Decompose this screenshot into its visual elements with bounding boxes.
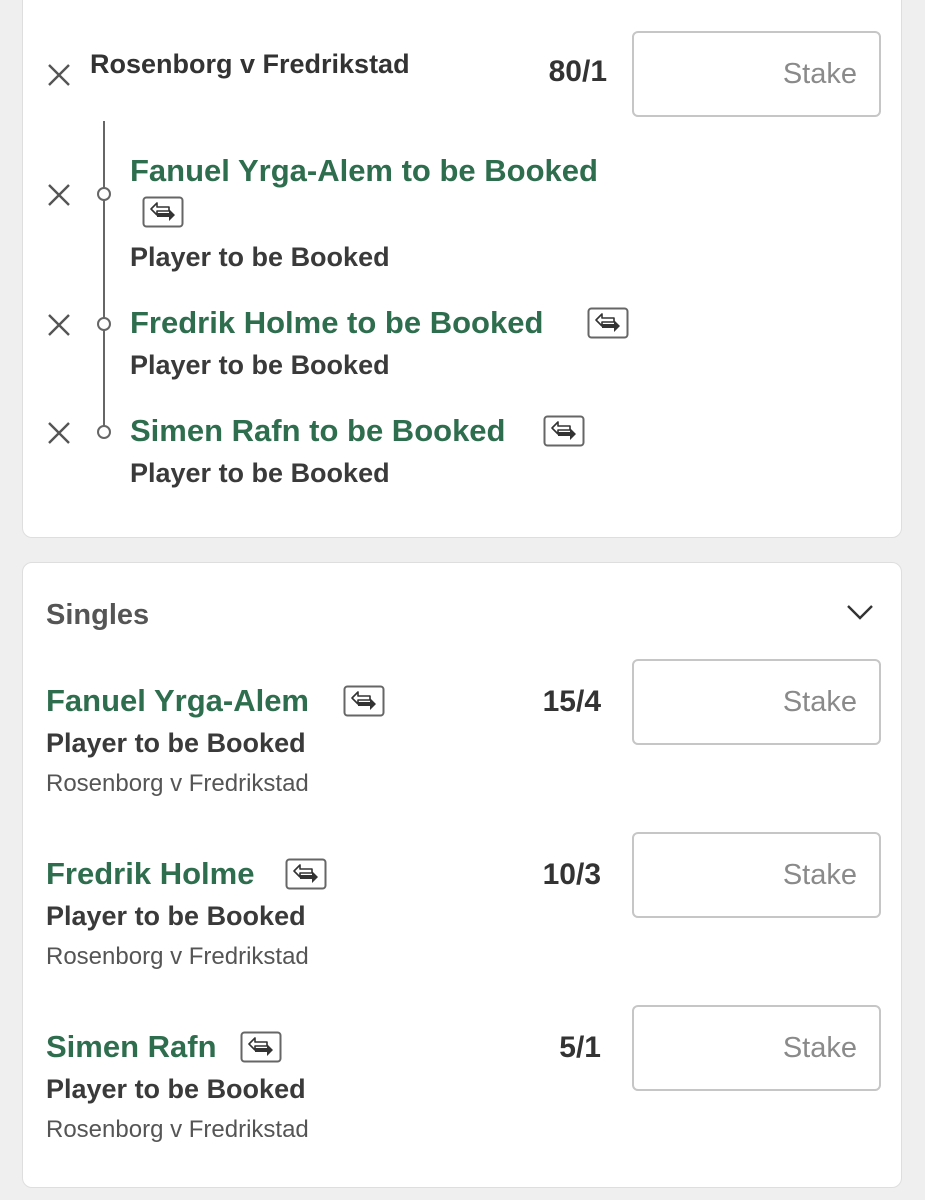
leg-market-3: Player to be Booked [130,458,390,488]
single-stake-input-3[interactable] [632,1005,881,1091]
swap-icon[interactable] [343,685,385,717]
single-stake-input-1[interactable] [632,659,881,745]
multiple-stake-input[interactable] [632,31,881,117]
single-event-3: Rosenborg v Fredrikstad [46,1116,309,1143]
leg-market-1: Player to be Booked [130,242,390,272]
single-selection-2: Fredrik Holme [46,856,255,891]
single-odds-2: 10/3 [542,858,601,891]
single-market-3: Player to be Booked [46,1074,306,1104]
timeline-node [97,425,111,439]
swap-icon[interactable] [285,858,327,890]
single-odds-3: 5/1 [559,1031,601,1064]
leg-selection-2: Fredrik Holme to be Booked [130,305,544,340]
timeline-node [97,317,111,331]
swap-icon[interactable] [240,1031,282,1063]
single-selection-1: Fanuel Yrga-Alem [46,683,310,718]
multiple-event-title: Rosenborg v Fredrikstad [90,49,410,79]
legs-timeline [103,121,105,433]
close-icon[interactable] [45,419,73,447]
swap-icon[interactable] [587,307,629,339]
single-stake-input-2[interactable] [632,832,881,918]
single-odds-1: 15/4 [542,685,601,718]
chevron-down-icon[interactable] [845,601,875,623]
leg-selection-1: Fanuel Yrga-Alem to be Booked [130,153,598,188]
singles-card: Singles Fanuel Yrga-Alem Player to be Bo… [22,562,902,1188]
single-market-2: Player to be Booked [46,901,306,931]
single-event-1: Rosenborg v Fredrikstad [46,770,309,797]
close-icon[interactable] [45,311,73,339]
close-icon[interactable] [45,181,73,209]
timeline-node [97,187,111,201]
multiple-bet-card: Rosenborg v Fredrikstad 80/1 Fanuel Yrga… [22,0,902,538]
multiple-odds: 80/1 [548,55,607,88]
single-selection-3: Simen Rafn [46,1029,217,1064]
singles-title: Singles [46,599,150,631]
swap-icon[interactable] [142,196,184,228]
single-market-1: Player to be Booked [46,728,306,758]
leg-market-2: Player to be Booked [130,350,390,380]
close-icon[interactable] [45,61,73,89]
leg-selection-3: Simen Rafn to be Booked [130,413,506,448]
single-event-2: Rosenborg v Fredrikstad [46,943,309,970]
swap-icon[interactable] [543,415,585,447]
